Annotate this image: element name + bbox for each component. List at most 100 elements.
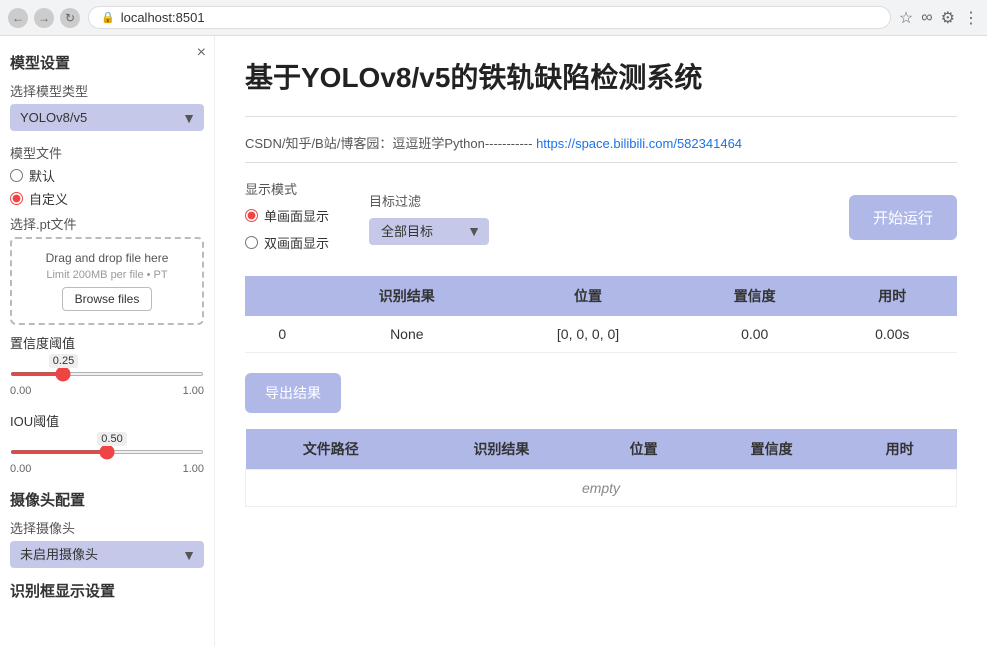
export-button[interactable]: 导出结果	[245, 373, 341, 413]
radio-custom-label: 自定义	[29, 189, 68, 208]
lock-icon: 🔒	[101, 11, 115, 24]
cell-index: 0	[245, 316, 319, 353]
confidence-min: 0.00	[10, 385, 31, 397]
iou-slider-section: IOU阈值 0.50 0.00 1.00	[10, 411, 204, 475]
cell-time: 0.00s	[827, 316, 957, 353]
cell-result: None	[319, 316, 494, 353]
confidence-value: 0.25	[49, 354, 78, 368]
refresh-button[interactable]: ↻	[60, 8, 80, 28]
bottom-table-head: 文件路径 识别结果 位置 置信度 用时	[246, 429, 957, 470]
menu-icon[interactable]: ⋮	[963, 8, 979, 28]
address-bar[interactable]: 🔒 localhost:8501	[88, 6, 891, 29]
col-header-result: 识别结果	[319, 276, 494, 316]
bottom-col-result: 识别结果	[416, 429, 587, 470]
bottom-col-confidence: 置信度	[701, 429, 843, 470]
radio-single-item[interactable]: 单画面显示	[245, 206, 329, 225]
run-button[interactable]: 开始运行	[849, 195, 957, 240]
browse-files-button[interactable]: Browse files	[62, 287, 153, 311]
app-container: × 模型设置 选择模型类型 YOLOv8/v5 YOLOv9 YOLOv10 ▼…	[0, 36, 987, 646]
bottom-empty-row: empty	[246, 470, 957, 507]
iou-max: 1.00	[183, 463, 204, 475]
display-mode-label: 显示模式	[245, 179, 329, 198]
model-type-wrapper: YOLOv8/v5 YOLOv9 YOLOv10 ▼	[10, 104, 204, 131]
bottom-col-position: 位置	[587, 429, 701, 470]
detect-section-title: 识别框显示设置	[10, 580, 204, 601]
model-file-label: 模型文件	[10, 143, 204, 162]
url-text: localhost:8501	[121, 10, 205, 25]
col-header-time: 用时	[827, 276, 957, 316]
file-selector-label: 选择.pt文件	[10, 214, 204, 233]
sidebar: × 模型设置 选择模型类型 YOLOv8/v5 YOLOv9 YOLOv10 ▼…	[0, 36, 215, 646]
camera-label: 选择摄像头	[10, 518, 204, 537]
back-button[interactable]: ←	[8, 8, 28, 28]
radio-dual-input[interactable]	[245, 236, 258, 249]
divider-1	[245, 116, 957, 117]
target-filter-label: 目标过滤	[369, 191, 489, 210]
results-header-row: 识别结果 位置 置信度 用时	[245, 276, 957, 316]
camera-select[interactable]: 未启用摄像头	[10, 541, 204, 568]
bottom-col-time: 用时	[843, 429, 957, 470]
results-table-head: 识别结果 位置 置信度 用时	[245, 276, 957, 316]
cell-position: [0, 0, 0, 0]	[494, 316, 682, 353]
model-file-radio-group: 默认 自定义	[10, 166, 204, 208]
bottom-col-filepath: 文件路径	[246, 429, 417, 470]
controls-row: 显示模式 单画面显示 双画面显示 目标过滤 全部目标 ▼	[245, 179, 957, 256]
radio-custom-item[interactable]: 自定义	[10, 189, 204, 208]
col-header-index	[245, 276, 319, 316]
bottom-table: 文件路径 识别结果 位置 置信度 用时 empty	[245, 429, 957, 507]
radio-single-label: 单画面显示	[264, 206, 329, 225]
col-header-confidence: 置信度	[682, 276, 828, 316]
file-upload-area[interactable]: Drag and drop file here Limit 200MB per …	[10, 237, 204, 325]
col-header-position: 位置	[494, 276, 682, 316]
target-filter-select[interactable]: 全部目标	[369, 218, 489, 245]
bottom-table-body: empty	[246, 470, 957, 507]
browser-actions: ☆ ∞ ⚙ ⋮	[899, 8, 979, 28]
radio-default-item[interactable]: 默认	[10, 166, 204, 185]
confidence-max: 1.00	[183, 385, 204, 397]
confidence-slider-section: 置信度阈值 0.25 0.00 1.00	[10, 333, 204, 397]
page-title: 基于YOLOv8/v5的铁轨缺陷检测系统	[245, 56, 957, 96]
star-icon[interactable]: ☆	[899, 8, 913, 28]
source-prefix: CSDN/知乎/B站/博客园：逗逗班学Python-----------	[245, 136, 532, 151]
forward-button[interactable]: →	[34, 8, 54, 28]
browser-bar: ← → ↻ 🔒 localhost:8501 ☆ ∞ ⚙ ⋮	[0, 0, 987, 36]
radio-dual-label: 双画面显示	[264, 233, 329, 252]
iou-value: 0.50	[97, 432, 126, 446]
confidence-label: 置信度阈值	[10, 333, 204, 352]
table-row: 0 None [0, 0, 0, 0] 0.00 0.00s	[245, 316, 957, 353]
radio-default-label: 默认	[29, 166, 55, 185]
camera-select-wrapper: 未启用摄像头 ▼	[10, 541, 204, 568]
iou-label: IOU阈值	[10, 411, 204, 430]
browser-controls: ← → ↻	[8, 8, 80, 28]
results-table: 识别结果 位置 置信度 用时 0 None [0, 0, 0, 0] 0.00 …	[245, 276, 957, 353]
model-type-label: 选择模型类型	[10, 81, 204, 100]
sidebar-close-button[interactable]: ×	[197, 44, 206, 62]
radio-dual-item[interactable]: 双画面显示	[245, 233, 329, 252]
camera-section-title: 摄像头配置	[10, 489, 204, 510]
radio-default-input[interactable]	[10, 169, 23, 182]
target-select-wrapper: 全部目标 ▼	[369, 218, 489, 245]
source-link[interactable]: https://space.bilibili.com/582341464	[536, 136, 742, 151]
confidence-slider-container: 0.25	[10, 356, 204, 383]
confidence-slider[interactable]	[10, 372, 204, 376]
model-type-select[interactable]: YOLOv8/v5 YOLOv9 YOLOv10	[10, 104, 204, 131]
iou-slider[interactable]	[10, 450, 204, 454]
cell-confidence: 0.00	[682, 316, 828, 353]
divider-2	[245, 162, 957, 163]
model-section-title: 模型设置	[10, 52, 204, 73]
iou-slider-container: 0.50	[10, 434, 204, 461]
display-mode-group: 显示模式 单画面显示 双画面显示	[245, 179, 329, 256]
settings-icon[interactable]: ⚙	[941, 8, 955, 28]
radio-custom-input[interactable]	[10, 192, 23, 205]
drag-text: Drag and drop file here	[20, 251, 194, 265]
extension-icon[interactable]: ∞	[921, 9, 932, 27]
main-content: 基于YOLOv8/v5的铁轨缺陷检测系统 CSDN/知乎/B站/博客园：逗逗班学…	[215, 36, 987, 646]
radio-single-input[interactable]	[245, 209, 258, 222]
limit-text: Limit 200MB per file • PT	[20, 269, 194, 281]
bottom-header-row: 文件路径 识别结果 位置 置信度 用时	[246, 429, 957, 470]
bottom-empty-cell: empty	[246, 470, 957, 507]
target-filter-group: 目标过滤 全部目标 ▼	[369, 191, 489, 245]
iou-bounds: 0.00 1.00	[10, 463, 204, 475]
results-table-body: 0 None [0, 0, 0, 0] 0.00 0.00s	[245, 316, 957, 353]
source-link-row: CSDN/知乎/B站/博客园：逗逗班学Python----------- htt…	[245, 133, 957, 152]
